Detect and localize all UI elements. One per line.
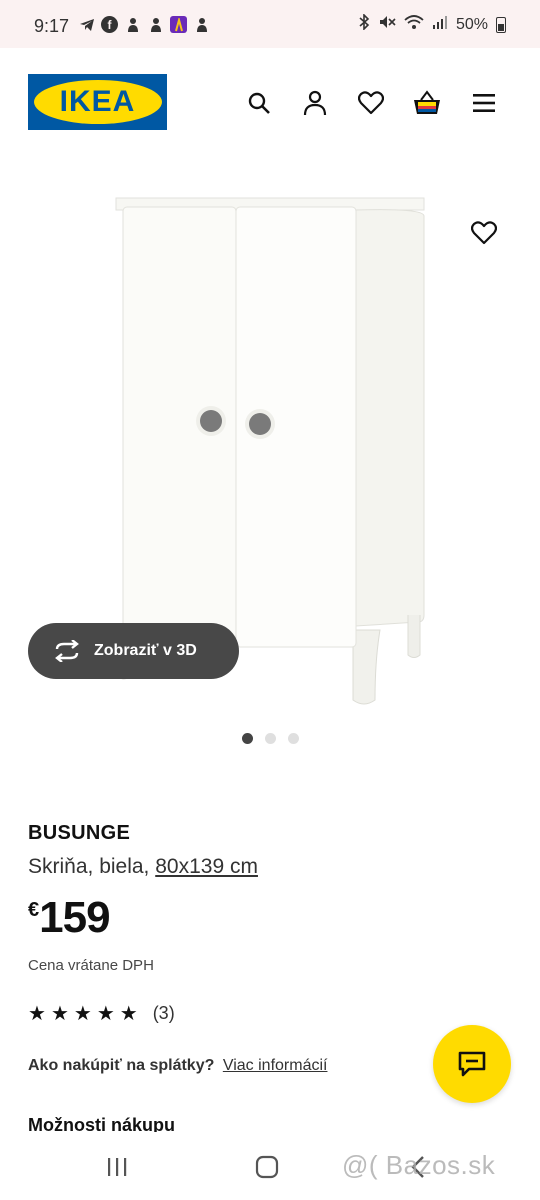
rotate-3d-icon	[55, 640, 79, 662]
product-measurement-link[interactable]: 80x139 cm	[155, 855, 258, 878]
star-icon: ★	[96, 1002, 115, 1025]
search-icon	[248, 92, 270, 114]
status-system-icons: 50%	[358, 13, 506, 35]
logo-oval: IKEA	[33, 80, 162, 124]
product-type: Skriňa, biela,	[28, 855, 156, 878]
signal-icon	[432, 14, 448, 35]
star-icon: ★	[119, 1002, 138, 1025]
product-price: €159	[28, 893, 111, 943]
chat-icon	[458, 1051, 486, 1077]
chat-button[interactable]	[433, 1025, 511, 1103]
product-description: Skriňa, biela, 80x139 cm	[28, 855, 258, 879]
view-3d-button[interactable]: Zobraziť v 3D	[28, 623, 239, 679]
gallery-dot[interactable]	[265, 733, 276, 744]
status-time: 9:17	[34, 16, 70, 36]
wifi-icon	[404, 14, 424, 35]
menu-icon	[473, 94, 495, 112]
heart-icon	[471, 221, 497, 245]
cart-button[interactable]	[412, 88, 442, 118]
view-3d-label: Zobraziť v 3D	[94, 642, 197, 659]
heart-icon	[358, 91, 384, 115]
facebook-icon: f	[101, 16, 118, 33]
watermark: @( Bazos.sk	[342, 1150, 496, 1180]
app-icon	[170, 16, 187, 33]
gallery-dots	[242, 733, 299, 744]
bluetooth-icon	[358, 13, 370, 35]
favourites-button[interactable]	[356, 88, 386, 118]
telegram-icon	[78, 16, 95, 33]
price-note: Cena vrátane DPH	[28, 957, 154, 974]
rating-count: (3)	[152, 1003, 175, 1023]
home-button[interactable]	[252, 1154, 282, 1180]
ikea-logo[interactable]: IKEA	[28, 74, 167, 130]
installments-more-info-link[interactable]: Viac informácií	[223, 1057, 328, 1074]
recent-apps-icon	[108, 1158, 127, 1176]
account-icon	[303, 90, 327, 116]
notification-icon	[147, 16, 164, 33]
home-icon	[255, 1155, 279, 1179]
header: IKEA	[0, 48, 540, 158]
notification-icon	[193, 16, 210, 33]
gallery-dot[interactable]	[242, 733, 253, 744]
star-icon: ★	[28, 1002, 46, 1025]
menu-button[interactable]	[469, 88, 499, 118]
gallery-dot[interactable]	[288, 733, 299, 744]
logo-text: IKEA	[59, 85, 136, 118]
cart-icon	[414, 90, 440, 114]
battery-percent: 50%	[455, 15, 488, 33]
product-name: BUSUNGE	[28, 822, 131, 844]
mute-icon	[378, 14, 396, 35]
installments-question: Ako nakúpiť na splátky?	[28, 1057, 215, 1074]
search-button[interactable]	[244, 88, 274, 118]
recent-apps-button[interactable]	[102, 1154, 132, 1180]
price-amount: 159	[39, 893, 110, 942]
notification-icon	[124, 16, 141, 33]
status-notifications: f	[78, 16, 210, 33]
rating[interactable]: ★ ★ ★ ★ ★ (3)	[28, 1003, 175, 1024]
status-bar: 9:17 f 50%	[0, 0, 540, 48]
installments-info: Ako nakúpiť na splátky? Viac informácií	[28, 1057, 327, 1075]
star-icon: ★	[50, 1002, 69, 1025]
add-to-favourites-button[interactable]	[466, 215, 502, 251]
account-button[interactable]	[300, 88, 330, 118]
battery-icon	[496, 16, 506, 33]
price-currency: €	[28, 899, 40, 921]
star-icon: ★	[73, 1002, 92, 1025]
